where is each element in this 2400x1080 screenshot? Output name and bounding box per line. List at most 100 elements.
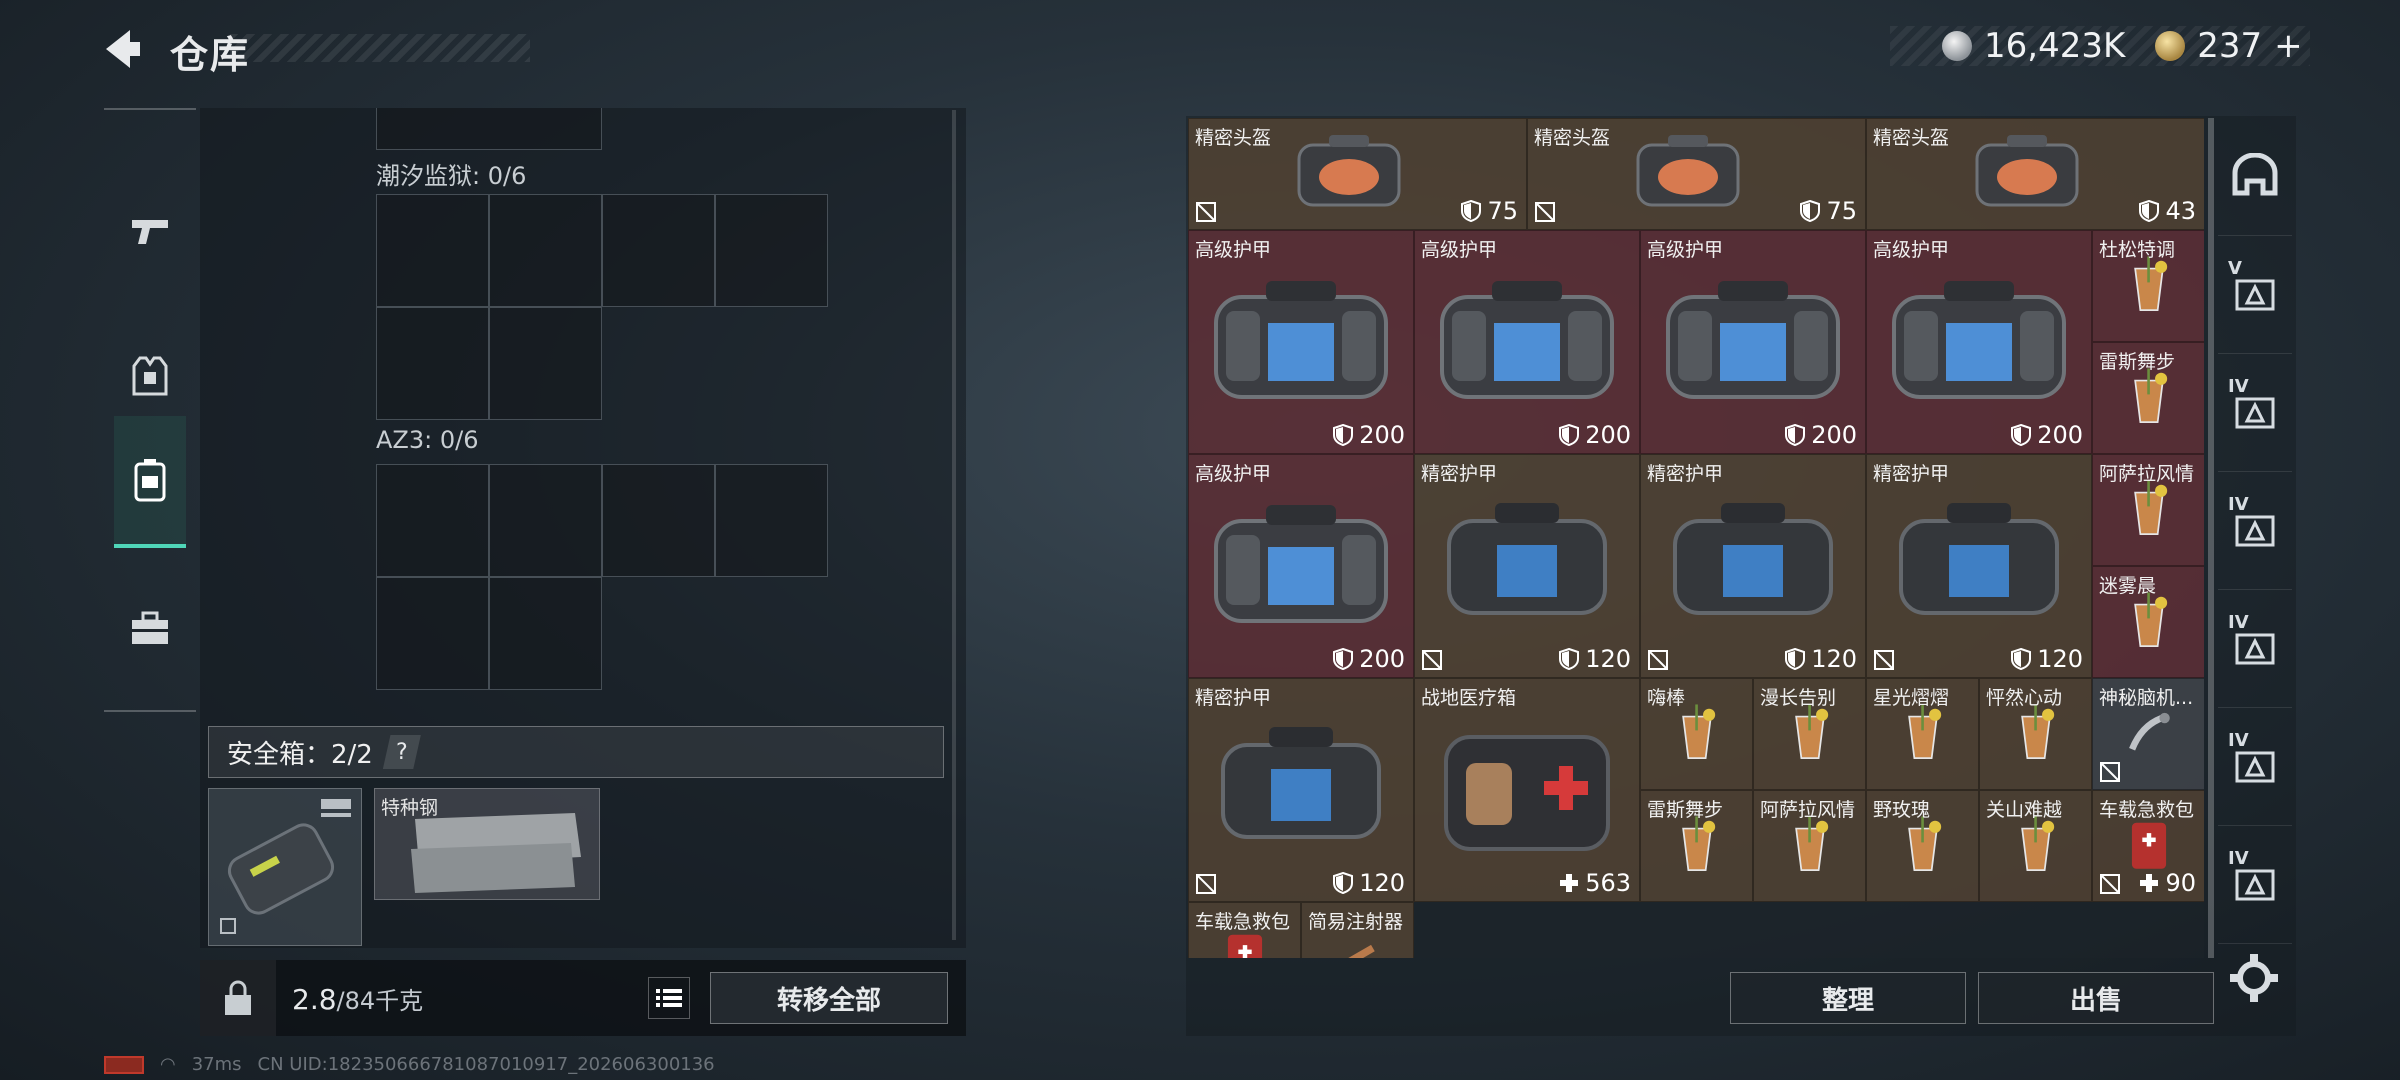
nav-toolbox[interactable] (114, 562, 186, 694)
list-icon (656, 989, 682, 1007)
inventory-item[interactable]: 雷斯舞步 (2092, 342, 2204, 454)
filter-tab-tier-iv-add[interactable]: IV (2218, 826, 2292, 944)
inventory-item[interactable]: 高级护甲 200 (1640, 230, 1866, 454)
item-value-text: 200 (1359, 645, 1405, 673)
item-value: 120 (1333, 869, 1405, 897)
filter-tab-tier-iv-2[interactable]: IV (2218, 472, 2292, 590)
item-name: 精密护甲 (1873, 463, 1950, 485)
inventory-scrollbar[interactable] (2208, 118, 2214, 958)
unbound-icon (1195, 201, 1217, 223)
item-value: 120 (1785, 645, 1857, 673)
armor-vest-icon (132, 356, 168, 396)
container-slot[interactable] (376, 464, 489, 577)
inventory-item[interactable]: 精密头盔 43 (1866, 118, 2204, 230)
inventory-item[interactable]: 高级护甲 200 (1188, 230, 1414, 454)
toolbox-icon (132, 611, 168, 644)
inventory-item[interactable]: 高级护甲 200 (1188, 454, 1414, 678)
inventory-item[interactable]: 战地医疗箱 563 (1414, 678, 1640, 902)
gold-add-button[interactable]: + (2274, 26, 2303, 66)
drink-icon (1980, 701, 2091, 765)
tier-label: IV (2228, 848, 2249, 869)
shield-icon (2011, 648, 2032, 670)
inventory-item[interactable]: 精密护甲 120 (1866, 454, 2092, 678)
inventory-item[interactable]: 漫长告别 (1753, 678, 1866, 790)
inventory-item[interactable]: 精密头盔 75 (1527, 118, 1866, 230)
filter-tab-tier-iv-3[interactable]: IV (2218, 590, 2292, 708)
filter-tab-all[interactable] (2218, 118, 2292, 236)
inventory-item[interactable]: 简易注射器 (1301, 902, 1414, 958)
inventory-item[interactable]: 阿萨拉风情 (1753, 790, 1866, 902)
transfer-all-button[interactable]: 转移全部 (710, 972, 948, 1024)
heal-plus-icon (1559, 872, 1579, 894)
inventory-item[interactable]: 怦然心动 (1979, 678, 2092, 790)
firstaid-icon (2093, 813, 2204, 877)
item-name: 杜松特调 (2099, 239, 2176, 261)
item-name: 精密护甲 (1421, 463, 1498, 485)
tier-label: IV (2228, 494, 2249, 515)
back-button[interactable] (100, 26, 146, 72)
inventory-item[interactable]: 神秘脑机... (2092, 678, 2204, 790)
container-slot[interactable] (489, 307, 602, 420)
inventory-item[interactable]: 星光熠熠 (1866, 678, 1979, 790)
inventory-item[interactable]: 迷雾晨 (2092, 566, 2204, 678)
item-name: 精密头盔 (1873, 127, 1950, 149)
safe-box-case[interactable] (208, 788, 362, 946)
container-slot[interactable] (602, 464, 715, 577)
inventory-item[interactable]: 野玫瑰 (1866, 790, 1979, 902)
item-name: 精密护甲 (1647, 463, 1724, 485)
shield-icon (1333, 424, 1354, 446)
item-name: 嗨棒 (1647, 687, 1686, 709)
sort-button[interactable]: 整理 (1730, 972, 1966, 1024)
inventory-item[interactable]: 精密护甲 120 (1640, 454, 1866, 678)
tier-label: IV (2228, 376, 2249, 397)
sell-button[interactable]: 出售 (1978, 972, 2214, 1024)
inventory-item[interactable]: 高级护甲 200 (1866, 230, 2092, 454)
inventory-item[interactable]: 车载急救包 90 (2092, 790, 2204, 902)
container-slot[interactable] (489, 464, 602, 577)
container-tab-icon (2233, 509, 2277, 553)
inventory-item[interactable]: 车载急救包 (1188, 902, 1301, 958)
help-button[interactable]: ? (382, 735, 421, 769)
nav-weapon[interactable] (114, 166, 186, 298)
inventory-item[interactable]: 杜松特调 (2092, 230, 2204, 342)
container-slot[interactable] (602, 194, 715, 307)
secure-case-icon (220, 799, 351, 934)
left-scrollbar[interactable] (952, 110, 956, 940)
inventory-item[interactable]: 高级护甲 200 (1414, 230, 1640, 454)
container-slot[interactable] (715, 464, 828, 577)
inventory-item[interactable]: 关山难越 (1979, 790, 2092, 902)
inventory-item[interactable]: 阿萨拉风情 (2092, 454, 2204, 566)
container-slot[interactable] (376, 307, 489, 420)
inventory-item[interactable]: 精密护甲 120 (1188, 678, 1414, 902)
drink-icon (1754, 813, 1865, 877)
item-value: 200 (2011, 421, 2083, 449)
shield-icon (2011, 424, 2032, 446)
container-slot[interactable] (376, 194, 489, 307)
inventory-item[interactable]: 精密护甲 120 (1414, 454, 1640, 678)
item-name: 战地医疗箱 (1421, 687, 1517, 709)
inventory-item[interactable]: 嗨棒 (1640, 678, 1753, 790)
container-slot[interactable] (376, 577, 489, 690)
gold-coin-icon (2155, 31, 2186, 61)
filter-tab-tier-iv-1[interactable]: IV (2218, 354, 2292, 472)
item-value: 90 (2139, 869, 2196, 897)
item-name: 简易注射器 (1308, 911, 1404, 933)
item-value: 200 (1559, 421, 1631, 449)
special-steel-item[interactable]: 特种钢 (374, 788, 600, 900)
container-slot[interactable] (376, 108, 602, 150)
status-bar: ◠ 37ms CN UID:182350666781087010917_2026… (104, 1054, 715, 1075)
list-view-button[interactable] (648, 977, 690, 1019)
inventory-item[interactable]: 雷斯舞步 (1640, 790, 1753, 902)
inventory-item[interactable]: 精密头盔 75 (1188, 118, 1527, 230)
filter-tab-tier-v-gear[interactable]: V (2218, 236, 2292, 354)
nav-backpack[interactable] (114, 416, 186, 548)
container-slot[interactable] (715, 194, 828, 307)
container-slot[interactable] (489, 194, 602, 307)
item-value-text: 200 (1811, 421, 1857, 449)
item-name: 雷斯舞步 (1647, 799, 1724, 821)
item-value-text: 120 (1585, 645, 1631, 673)
settings-button[interactable] (2226, 950, 2282, 1006)
item-value-text: 200 (1585, 421, 1631, 449)
container-slot[interactable] (489, 577, 602, 690)
filter-tab-tier-iv-4[interactable]: IV (2218, 708, 2292, 826)
